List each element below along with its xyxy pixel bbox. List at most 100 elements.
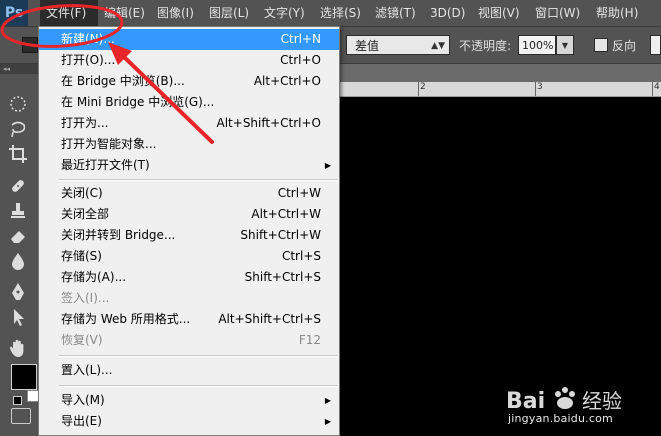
- menu-item-shortcut: Alt+Ctrl+O: [253, 74, 321, 88]
- menu-file[interactable]: 文件(F): [40, 0, 98, 26]
- menu-item-place[interactable]: 置入(L)...: [39, 360, 339, 381]
- quick-mask-icon[interactable]: [11, 408, 31, 424]
- default-colors-icon[interactable]: [13, 396, 22, 405]
- menu-item-recent-files[interactable]: 最近打开文件(T) ▶: [39, 155, 339, 176]
- menu-item-label: 置入(L)...: [61, 363, 113, 377]
- menu-view[interactable]: 视图(V): [478, 0, 520, 26]
- menu-item-label: 导入(M): [61, 393, 105, 407]
- elliptical-marquee-icon[interactable]: [5, 92, 31, 116]
- menu-item-browse-mini-bridge[interactable]: 在 Mini Bridge 中浏览(G)...: [39, 92, 339, 113]
- clone-stamp-icon[interactable]: [5, 199, 31, 223]
- menu-separator: [59, 355, 337, 357]
- menu-window[interactable]: 窗口(W): [535, 0, 580, 26]
- menu-item-label: 恢复(V): [61, 333, 103, 347]
- tools-panel: ◂◂: [0, 64, 39, 436]
- crop-icon[interactable]: [5, 142, 31, 166]
- submenu-arrow-icon: ▶: [324, 417, 331, 426]
- pen-icon[interactable]: [5, 280, 31, 304]
- chevron-updown-icon: ▲▼: [431, 41, 445, 51]
- menu-item-export[interactable]: 导出(E) ▶: [39, 411, 339, 432]
- foreground-color-swatch[interactable]: [11, 364, 37, 390]
- blur-drop-icon[interactable]: [5, 249, 31, 273]
- menu-edit[interactable]: 编辑(E): [104, 0, 145, 26]
- photoshop-logo: Ps: [0, 0, 28, 26]
- panel-collapse-icon[interactable]: ◂◂: [0, 64, 38, 74]
- ruler-label: 4: [654, 82, 660, 92]
- menu-item-open[interactable]: 打开(O)... Ctrl+O: [39, 50, 339, 71]
- document-canvas[interactable]: [340, 97, 661, 436]
- menu-item-save-for-web[interactable]: 存储为 Web 所用格式... Alt+Shift+Ctrl+S: [39, 309, 339, 330]
- menu-item-label: 打开为智能对象...: [61, 137, 157, 151]
- menu-item-shortcut: Shift+Ctrl+S: [244, 270, 321, 284]
- menu-item-label: 存储为(A)...: [61, 270, 127, 284]
- menu-item-shortcut: Alt+Ctrl+W: [251, 207, 321, 221]
- menu-item-label: 导出(E): [61, 414, 102, 428]
- opacity-input[interactable]: 100%: [518, 35, 556, 55]
- healing-brush-icon[interactable]: [5, 174, 31, 198]
- menu-item-import[interactable]: 导入(M) ▶: [39, 390, 339, 411]
- path-selection-icon[interactable]: [5, 305, 31, 329]
- menu-item-label: 新建(N)...: [61, 32, 115, 46]
- watermark-url: jingyan.baidu.com: [508, 412, 613, 425]
- menu-item-label: 最近打开文件(T): [61, 158, 150, 172]
- menu-item-label: 关闭全部: [61, 207, 110, 221]
- submenu-arrow-icon: ▶: [324, 161, 331, 170]
- blend-mode-select[interactable]: 差值 ▲▼: [346, 35, 450, 55]
- menu-item-label: 打开为...: [61, 116, 109, 130]
- menu-item-shortcut: Ctrl+W: [277, 186, 321, 200]
- menu-item-label: 关闭并转到 Bridge...: [61, 228, 176, 242]
- menu-layer[interactable]: 图层(L): [209, 0, 249, 26]
- ruler-tick: [535, 82, 536, 96]
- menu-item-open-as[interactable]: 打开为... Alt+Shift+Ctrl+O: [39, 113, 339, 134]
- tool-preset-icon[interactable]: [22, 37, 38, 53]
- menu-item-close[interactable]: 关闭(C) Ctrl+W: [39, 183, 339, 204]
- opacity-label: 不透明度:: [459, 39, 512, 53]
- menu-item-save-as[interactable]: 存储为(A)... Shift+Ctrl+S: [39, 267, 339, 288]
- menu-bar: Ps 文件(F) 编辑(E) 图像(I) 图层(L) 文字(Y) 选择(S) 滤…: [0, 0, 661, 27]
- document-workspace: [340, 97, 661, 436]
- lasso-icon[interactable]: [5, 117, 31, 141]
- menu-item-label: 存储为 Web 所用格式...: [61, 312, 191, 326]
- file-menu: 新建(N)... Ctrl+N 打开(O)... Ctrl+O 在 Bridge…: [38, 26, 340, 436]
- menu-item-label: 在 Bridge 中浏览(B)...: [61, 74, 185, 88]
- menu-type[interactable]: 文字(Y): [264, 0, 305, 26]
- blend-mode-value: 差值: [355, 39, 380, 53]
- menu-filter[interactable]: 滤镜(T): [375, 0, 416, 26]
- ruler-label: 3: [537, 82, 543, 92]
- hand-icon[interactable]: [5, 336, 31, 360]
- menu-item-shortcut: Alt+Shift+Ctrl+S: [218, 312, 321, 326]
- menu-item-open-smart-object[interactable]: 打开为智能对象...: [39, 134, 339, 155]
- menu-item-new[interactable]: 新建(N)... Ctrl+N: [39, 29, 339, 50]
- menu-item-shortcut: Shift+Ctrl+W: [240, 228, 321, 242]
- menu-item-close-go-bridge[interactable]: 关闭并转到 Bridge... Shift+Ctrl+W: [39, 225, 339, 246]
- menu-3d[interactable]: 3D(D): [430, 0, 465, 26]
- reverse-label: 反向: [612, 39, 637, 53]
- menu-item-revert: 恢复(V) F12: [39, 330, 339, 351]
- document-tab-strip: [340, 64, 661, 82]
- horizontal-ruler: 2 3 4: [340, 82, 661, 97]
- menu-help[interactable]: 帮助(H): [596, 0, 638, 26]
- menu-select[interactable]: 选择(S): [320, 0, 361, 26]
- menu-item-shortcut: Ctrl+O: [280, 53, 321, 67]
- menu-item-label: 在 Mini Bridge 中浏览(G)...: [61, 95, 215, 109]
- eraser-icon[interactable]: [5, 224, 31, 248]
- menu-image[interactable]: 图像(I): [157, 0, 194, 26]
- reverse-checkbox[interactable]: [594, 38, 608, 52]
- menu-item-shortcut: Ctrl+N: [280, 32, 321, 46]
- menu-item-shortcut: F12: [298, 333, 321, 347]
- dither-checkbox[interactable]: [650, 35, 661, 55]
- menu-separator: [59, 179, 337, 181]
- menu-separator: [59, 385, 337, 387]
- menu-item-check-in: 签入(I)...: [39, 288, 339, 309]
- menu-item-save[interactable]: 存储(S) Ctrl+S: [39, 246, 339, 267]
- menu-item-label: 打开(O)...: [61, 53, 116, 67]
- submenu-arrow-icon: ▶: [324, 396, 331, 405]
- menu-item-label: 存储(S): [61, 249, 102, 263]
- menu-item-shortcut: Ctrl+S: [281, 249, 321, 263]
- menu-item-browse-bridge[interactable]: 在 Bridge 中浏览(B)... Alt+Ctrl+O: [39, 71, 339, 92]
- opacity-dropdown-button[interactable]: ▼: [556, 35, 574, 55]
- ruler-tick: [652, 82, 653, 96]
- menu-item-close-all[interactable]: 关闭全部 Alt+Ctrl+W: [39, 204, 339, 225]
- ruler-label: 2: [420, 82, 426, 92]
- ruler-tick: [418, 82, 419, 96]
